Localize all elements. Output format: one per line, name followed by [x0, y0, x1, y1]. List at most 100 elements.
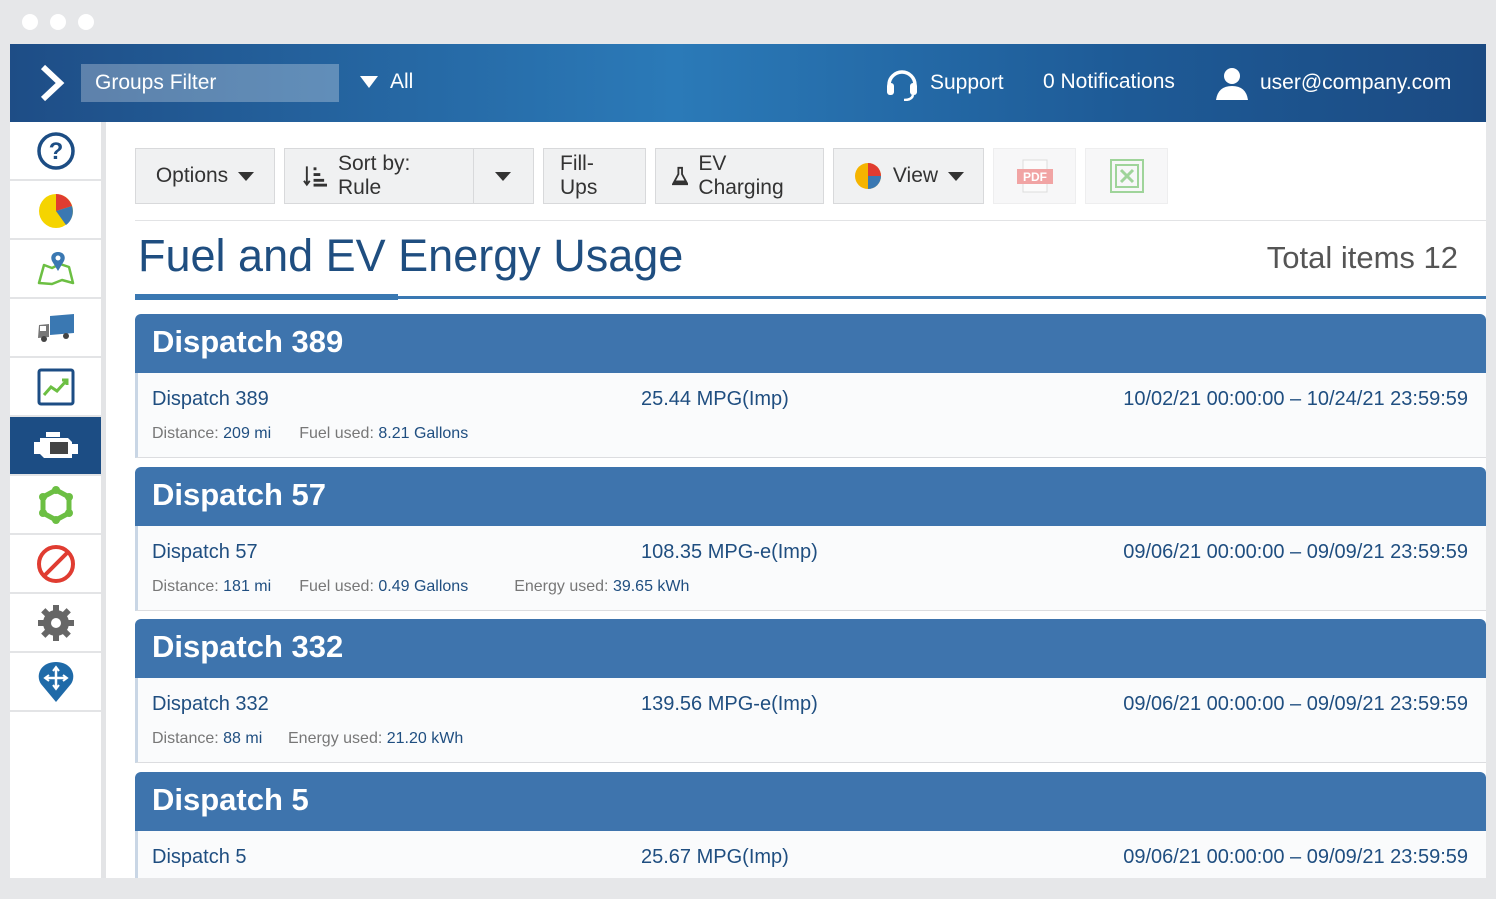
- distance-label: Distance:: [152, 578, 219, 595]
- dispatch-card: Dispatch 57 Dispatch 57 108.35 MPG-e(Imp…: [135, 467, 1486, 611]
- dispatch-card: Dispatch 5 Dispatch 5 25.67 MPG(Imp) 09/…: [135, 772, 1486, 878]
- sort-label: Sort by: Rule: [337, 152, 411, 199]
- pdf-icon: PDF: [1016, 159, 1053, 193]
- energy-value: 39.65 kWh: [612, 578, 690, 595]
- dispatch-row[interactable]: Dispatch 389 25.44 MPG(Imp) 10/02/21 00:…: [135, 373, 1486, 458]
- distance-value: 88 mi: [223, 730, 263, 747]
- dispatch-meta: Distance: 181 mi Fuel used: 0.49 Gallons…: [152, 578, 689, 596]
- sidebar-item-engine[interactable]: [10, 417, 101, 476]
- view-button[interactable]: View: [833, 148, 984, 204]
- fuel-stat: Fuel used: 0.49 Gallons: [299, 578, 468, 596]
- distance-stat: Distance: 88 mi: [152, 730, 270, 748]
- user-icon: [1216, 68, 1248, 100]
- dispatch-card: Dispatch 389 Dispatch 389 25.44 MPG(Imp)…: [135, 314, 1486, 458]
- sidebar-item-settings[interactable]: [10, 594, 101, 653]
- energy-stat: Energy used: 39.65 kWh: [514, 578, 689, 596]
- dispatch-row[interactable]: Dispatch 332 139.56 MPG-e(Imp) 09/06/21 …: [135, 678, 1486, 763]
- ev-charging-label: EV Charging: [698, 152, 784, 199]
- energy-label: Energy used:: [514, 578, 609, 595]
- dispatch-row[interactable]: Dispatch 57 108.35 MPG-e(Imp) 09/06/21 0…: [135, 526, 1486, 611]
- dispatch-efficiency: 108.35 MPG-e(Imp): [641, 541, 818, 563]
- distance-value: 181 mi: [223, 578, 272, 595]
- distance-value: 209 mi: [223, 425, 272, 442]
- fuel-value: 0.49 Gallons: [378, 578, 469, 595]
- distance-stat: Distance: 209 mi: [152, 425, 271, 443]
- energy-label: Energy used:: [288, 730, 383, 747]
- divider: [135, 220, 1486, 221]
- dropdown-arrow-icon: [360, 76, 378, 88]
- options-label: Options: [155, 164, 229, 187]
- dispatch-header[interactable]: Dispatch 5: [135, 772, 1486, 831]
- sidebar-item-navigation[interactable]: [10, 653, 101, 712]
- zone-icon: [38, 485, 73, 524]
- dispatch-date-range: 10/02/21 00:00:00 – 10/24/21 23:59:59: [1123, 388, 1468, 410]
- distance-label: Distance:: [152, 730, 219, 747]
- dispatch-date-range: 09/06/21 00:00:00 – 09/09/21 23:59:59: [1123, 541, 1468, 563]
- svg-text:?: ?: [48, 138, 63, 165]
- support-link[interactable]: Support: [884, 64, 1004, 102]
- sidebar: ?: [10, 122, 106, 878]
- pdf-icon-label: PDF: [1023, 170, 1047, 184]
- sidebar-item-map[interactable]: [10, 240, 101, 299]
- total-items: Total items 12: [1266, 240, 1458, 275]
- page-title: Fuel and EV Energy Usage: [138, 230, 684, 281]
- window-dot[interactable]: [78, 14, 94, 30]
- engine-icon: [33, 431, 78, 458]
- groups-filter-input[interactable]: Groups Filter: [81, 64, 339, 102]
- sort-icon: [303, 166, 328, 187]
- dispatch-meta: Distance: 88 mi Energy used: 21.20 kWh: [152, 730, 463, 748]
- dispatch-row[interactable]: Dispatch 5 25.67 MPG(Imp) 09/06/21 00:00…: [135, 831, 1486, 878]
- energy-value: 21.20 kWh: [386, 730, 464, 747]
- sidebar-item-exceptions[interactable]: [10, 535, 101, 594]
- trend-chart-icon: [37, 368, 74, 405]
- sidebar-item-dashboard[interactable]: [10, 181, 101, 240]
- dispatch-meta: Distance: 209 mi Fuel used: 8.21 Gallons: [152, 425, 468, 443]
- sidebar-item-help[interactable]: ?: [10, 122, 101, 181]
- dispatch-header[interactable]: Dispatch 389: [135, 314, 1486, 373]
- distance-label: Distance:: [152, 425, 219, 442]
- caret-down-icon: [238, 171, 255, 181]
- expand-menu-icon[interactable]: [32, 62, 72, 104]
- export-excel-button[interactable]: [1085, 148, 1168, 204]
- window-dot[interactable]: [22, 14, 38, 30]
- app-window: Groups Filter All Support 0 Notification…: [10, 44, 1486, 878]
- options-button[interactable]: Options: [135, 148, 275, 204]
- pie-chart-icon: [38, 193, 73, 228]
- flask-icon: [672, 166, 689, 186]
- sort-control: Sort by: Rule: [284, 148, 534, 204]
- excel-icon: [1109, 159, 1144, 193]
- sort-dropdown-button[interactable]: [472, 149, 533, 203]
- title-underline-accent: [135, 294, 398, 300]
- dispatch-name: Dispatch 57: [152, 541, 258, 563]
- top-bar: Groups Filter All Support 0 Notification…: [10, 44, 1486, 122]
- dispatch-efficiency: 139.56 MPG-e(Imp): [641, 693, 818, 715]
- support-label: Support: [930, 71, 1004, 94]
- caret-down-icon: [948, 171, 965, 181]
- window-controls: [22, 14, 94, 30]
- user-menu[interactable]: user@company.com: [1214, 64, 1451, 102]
- user-email: user@company.com: [1260, 71, 1452, 94]
- sidebar-item-reports[interactable]: [10, 358, 101, 417]
- window-dot[interactable]: [50, 14, 66, 30]
- sort-button[interactable]: Sort by: Rule: [285, 149, 473, 203]
- distance-stat: Distance: 181 mi: [152, 578, 271, 596]
- truck-icon: [37, 313, 74, 342]
- dispatch-header[interactable]: Dispatch 57: [135, 467, 1486, 526]
- scope-dropdown[interactable]: All: [360, 70, 413, 94]
- energy-stat: Energy used: 21.20 kWh: [288, 730, 463, 748]
- pie-chart-icon: [854, 163, 881, 189]
- fuel-label: Fuel used:: [299, 425, 374, 442]
- fuel-stat: Fuel used: 8.21 Gallons: [299, 425, 468, 443]
- sidebar-item-vehicles[interactable]: [10, 299, 101, 358]
- dispatch-efficiency: 25.67 MPG(Imp): [641, 846, 789, 868]
- fuel-label: Fuel used:: [299, 578, 374, 595]
- no-entry-icon: [36, 544, 75, 583]
- export-pdf-button[interactable]: PDF: [993, 148, 1076, 204]
- ev-charging-button[interactable]: EV Charging: [655, 148, 824, 204]
- fillups-button[interactable]: Fill-Ups: [543, 148, 646, 204]
- dispatch-header[interactable]: Dispatch 332: [135, 619, 1486, 678]
- gear-icon: [37, 604, 74, 641]
- dispatch-date-range: 09/06/21 00:00:00 – 09/09/21 23:59:59: [1123, 693, 1468, 715]
- sidebar-item-zones[interactable]: [10, 476, 101, 535]
- notifications-link[interactable]: 0 Notifications: [1043, 70, 1175, 94]
